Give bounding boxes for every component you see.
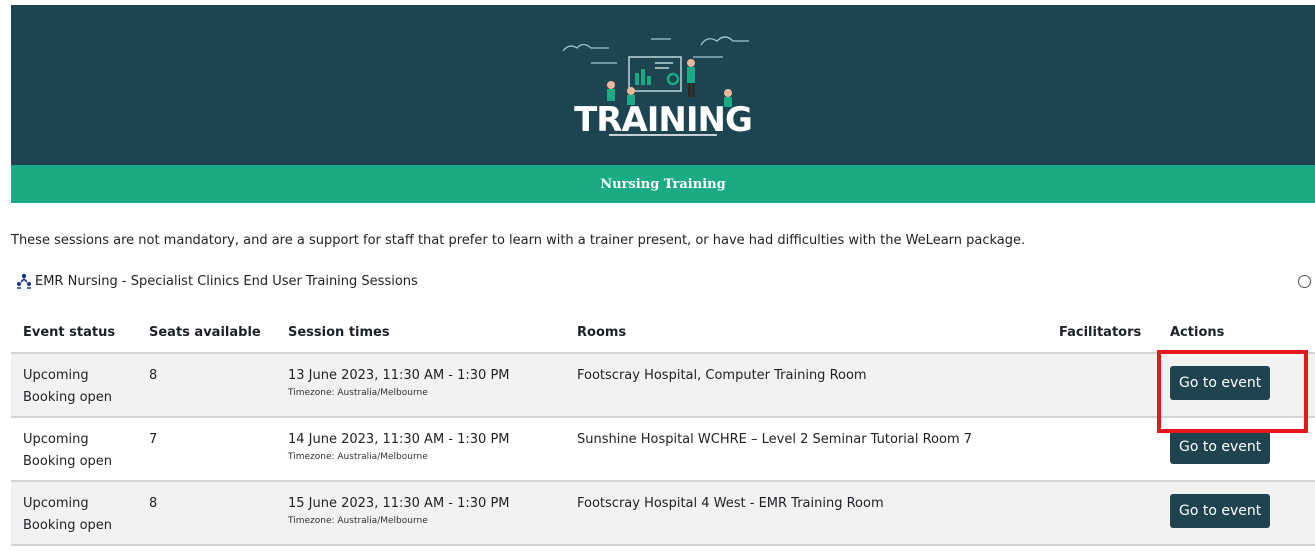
status-upcoming: Upcoming xyxy=(23,432,89,447)
session-time: 13 June 2023, 11:30 AM - 1:30 PM xyxy=(288,368,510,383)
session-time-cell: 13 June 2023, 11:30 AM - 1:30 PM Timezon… xyxy=(276,353,565,418)
status-booking: Booking open xyxy=(23,454,113,469)
session-time-cell: 15 June 2023, 11:30 AM - 1:30 PM Timezon… xyxy=(276,481,565,546)
facilitators-cell xyxy=(1047,417,1158,482)
header-rooms[interactable]: Rooms xyxy=(565,312,1047,354)
status-booking: Booking open xyxy=(23,518,113,533)
table-header-row: Event status Seats available Session tim… xyxy=(11,312,1315,354)
training-illustration: TRAINING xyxy=(562,36,753,140)
completion-toggle[interactable] xyxy=(1298,275,1311,288)
seats-cell: 8 xyxy=(137,481,276,546)
header-event-status[interactable]: Event status xyxy=(11,312,137,354)
training-banner: TRAINING xyxy=(11,5,1315,165)
timezone-label: Timezone: Australia/Melbourne xyxy=(288,516,428,526)
status-upcoming: Upcoming xyxy=(23,496,89,511)
go-to-event-button[interactable]: Go to event xyxy=(1170,366,1271,400)
course-title: EMR Nursing - Specialist Clinics End Use… xyxy=(35,273,418,289)
session-time: 15 June 2023, 11:30 AM - 1:30 PM xyxy=(288,496,510,511)
status-booking: Booking open xyxy=(23,390,113,405)
facilitators-cell xyxy=(1047,481,1158,546)
actions-cell: Go to event xyxy=(1158,417,1315,482)
room-cell: Sunshine Hospital WCHRE – Level 2 Semina… xyxy=(565,417,1047,482)
go-to-event-button[interactable]: Go to event xyxy=(1170,494,1271,528)
sessions-table: Event status Seats available Session tim… xyxy=(11,312,1315,546)
seminar-activity-icon xyxy=(17,273,31,289)
go-to-event-button[interactable]: Go to event xyxy=(1170,430,1271,464)
session-time-cell: 14 June 2023, 11:30 AM - 1:30 PM Timezon… xyxy=(276,417,565,482)
room-cell: Footscray Hospital 4 West - EMR Training… xyxy=(565,481,1047,546)
timezone-label: Timezone: Australia/Melbourne xyxy=(288,452,428,462)
actions-cell: Go to event xyxy=(1158,353,1315,418)
table-row: Upcoming Booking open 8 15 June 2023, 11… xyxy=(11,481,1315,546)
header-session-times[interactable]: Session times xyxy=(276,312,565,354)
actions-cell: Go to event xyxy=(1158,481,1315,546)
table-row: Upcoming Booking open 7 14 June 2023, 11… xyxy=(11,417,1315,482)
course-link[interactable]: EMR Nursing - Specialist Clinics End Use… xyxy=(16,273,418,289)
section-title: Nursing Training xyxy=(11,165,1315,203)
header-seats-available[interactable]: Seats available xyxy=(137,312,276,354)
table-row: Upcoming Booking open 8 13 June 2023, 11… xyxy=(11,353,1315,418)
intro-text: These sessions are not mandatory, and ar… xyxy=(11,233,1026,248)
event-status-cell: Upcoming Booking open xyxy=(11,481,137,546)
event-status-cell: Upcoming Booking open xyxy=(11,353,137,418)
training-logo-text: TRAINING xyxy=(574,100,752,140)
room-cell: Footscray Hospital, Computer Training Ro… xyxy=(565,353,1047,418)
header-facilitators[interactable]: Facilitators xyxy=(1047,312,1158,354)
seats-cell: 8 xyxy=(137,353,276,418)
event-status-cell: Upcoming Booking open xyxy=(11,417,137,482)
session-time: 14 June 2023, 11:30 AM - 1:30 PM xyxy=(288,432,510,447)
timezone-label: Timezone: Australia/Melbourne xyxy=(288,388,428,398)
status-upcoming: Upcoming xyxy=(23,368,89,383)
seats-cell: 7 xyxy=(137,417,276,482)
facilitators-cell xyxy=(1047,353,1158,418)
header-actions: Actions xyxy=(1158,312,1315,354)
